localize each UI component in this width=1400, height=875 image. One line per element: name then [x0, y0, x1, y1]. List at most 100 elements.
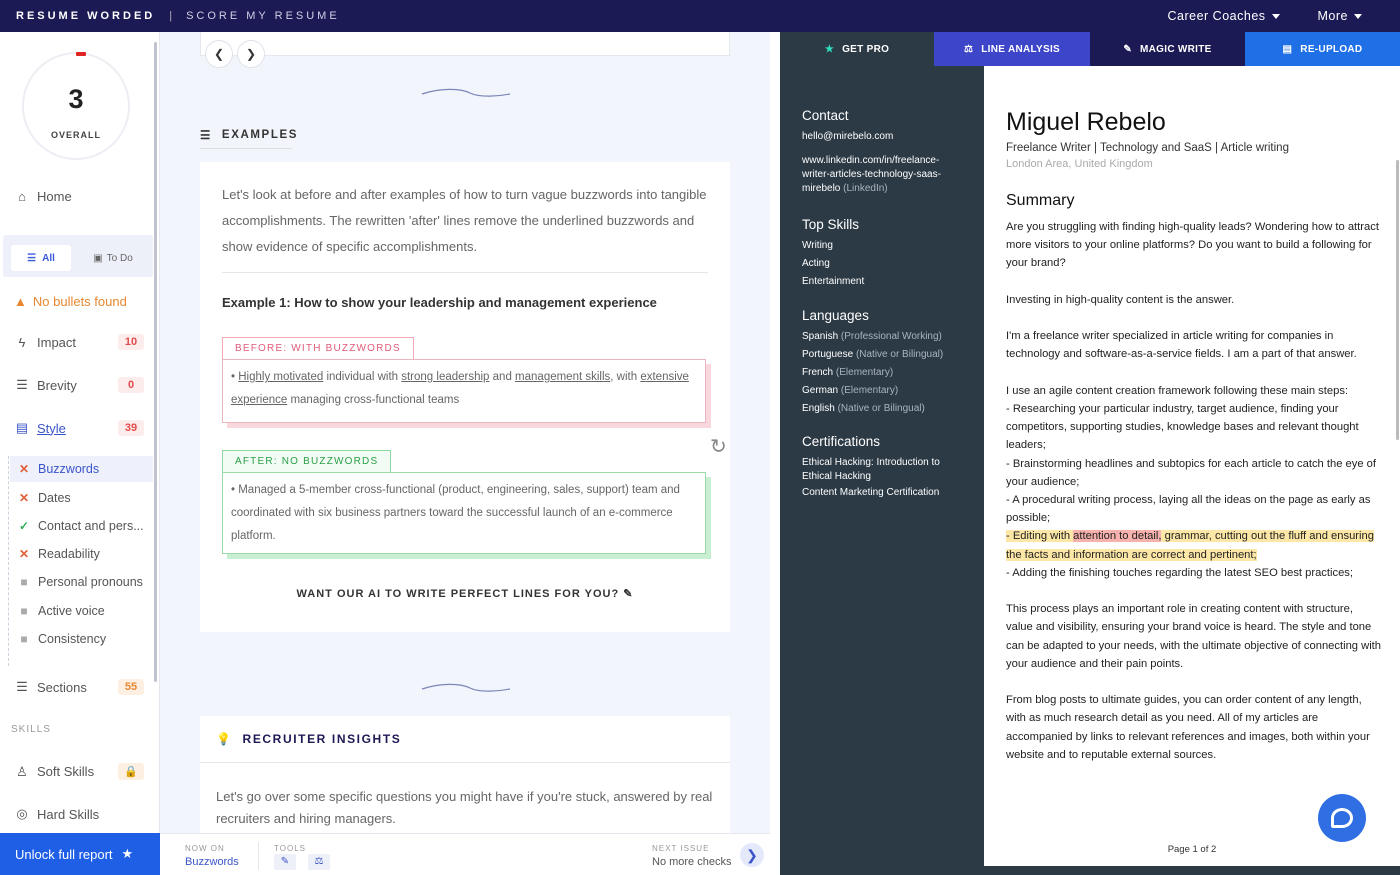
language-name: German: [802, 385, 839, 396]
sidebar-subitem-consistency[interactable]: ■ Consistency: [18, 632, 106, 646]
step-text: - Editing with: [1006, 530, 1074, 543]
star-icon: ★: [824, 43, 835, 55]
sidebar-subitem-readability[interactable]: ✕ Readability: [18, 547, 100, 561]
next-issue-value: No more checks: [652, 856, 732, 868]
hard-skills-label: Hard Skills: [37, 806, 100, 822]
language-item: Spanish (Professional Working): [802, 330, 970, 344]
tab-to-do[interactable]: ▣ To Do: [81, 245, 145, 271]
recruiter-insights-card: 💡 RECRUITER INSIGHTS Let's go over some …: [200, 716, 730, 833]
next-arrow-icon[interactable]: ❯: [237, 40, 265, 68]
summary-steps: I use an agile content creation framewor…: [1006, 382, 1382, 582]
subitem-label: Readability: [38, 547, 100, 561]
resume-scrollbar[interactable]: [1396, 160, 1399, 440]
get-pro-label: GET PRO: [842, 43, 890, 55]
sidebar-subitem-active-voice[interactable]: ■ Active voice: [18, 604, 104, 618]
sidebar-item-hard-skills[interactable]: ◎ Hard Skills: [14, 806, 144, 822]
buzzword: Highly motivated: [238, 371, 324, 383]
main-content: ❮ ❯ ☰ EXAMPLES Let's look at before and …: [160, 32, 928, 875]
target-icon: ◎: [16, 806, 28, 821]
buzzword: management skills: [515, 371, 611, 383]
prev-arrow-icon[interactable]: ❮: [205, 40, 233, 68]
resume-name: Miguel Rebelo: [1006, 108, 1166, 136]
tools-label: TOOLS: [274, 844, 306, 853]
summary-paragraph: Investing in high-quality content is the…: [1006, 293, 1235, 306]
sidebar-subitem-contact[interactable]: ✓ Contact and pers...: [18, 519, 144, 533]
home-icon: ⌂: [18, 189, 26, 204]
page-number: Page 1 of 2: [1167, 844, 1217, 855]
unlock-full-report-button[interactable]: Unlock full report ★: [0, 833, 161, 875]
before-tag: BEFORE: WITH BUZZWORDS: [222, 337, 414, 359]
nav-career-coaches-label: Career Coaches: [1167, 9, 1266, 23]
sidebar-subitem-buzzwords[interactable]: ✕ Buzzwords: [10, 456, 153, 482]
next-issue-button[interactable]: ❯: [740, 843, 764, 867]
next-issue-label: NEXT ISSUE: [652, 844, 710, 853]
resume-preview: ★ GET PRO ⚖ LINE ANALYSIS ✎ MAGIC WRITE …: [780, 32, 1400, 875]
sidebar-item-style[interactable]: ▤ Style 39: [14, 420, 144, 436]
summary-paragraph: I'm a freelance writer specialized in ar…: [1006, 330, 1357, 361]
examples-heading-label: EXAMPLES: [221, 129, 298, 141]
subitem-label: Contact and pers...: [38, 519, 144, 533]
language-name: Portuguese: [802, 349, 854, 360]
no-bullets-warning[interactable]: ▲ No bullets found: [14, 294, 127, 309]
analysis-icon[interactable]: ⚖: [308, 854, 330, 870]
check-icon: ✓: [18, 519, 30, 533]
style-count-badge: 39: [118, 420, 144, 436]
resume-page: Miguel Rebelo Freelance Writer | Technol…: [984, 66, 1400, 866]
tab-all[interactable]: ☰ All: [11, 245, 71, 271]
sidebar-item-impact[interactable]: ϟ Impact 10: [14, 334, 144, 350]
soft-skills-label: Soft Skills: [37, 764, 95, 779]
home-label: Home: [37, 189, 72, 204]
brevity-count-badge: 0: [118, 377, 144, 393]
sidebar-item-sections[interactable]: ☰ Sections 55: [14, 679, 144, 695]
language-item: German (Elementary): [802, 384, 970, 398]
re-upload-button[interactable]: ▤ RE-UPLOAD: [1245, 32, 1400, 66]
magic-write-button[interactable]: ✎ MAGIC WRITE: [1090, 32, 1245, 66]
lightning-icon: ϟ: [18, 334, 26, 350]
summary-paragraph: From blog posts to ultimate guides, you …: [1006, 694, 1370, 761]
step-item: - Researching your particular industry, …: [1006, 402, 1359, 452]
cross-icon: ✕: [18, 491, 30, 505]
brand-logo[interactable]: RESUME WORDED: [16, 10, 155, 22]
document-icon: ▤: [15, 420, 29, 435]
style-label: Style: [37, 420, 66, 436]
buzzword: strong leadership: [401, 371, 490, 383]
nav-more[interactable]: More: [1318, 9, 1362, 23]
sidebar-item-brevity[interactable]: ☰ Brevity 0: [14, 377, 144, 393]
contact-linkedin: www.linkedin.com/in/freelance-writer-art…: [802, 154, 967, 196]
recruiter-insights-heading: 💡 RECRUITER INSIGHTS: [216, 732, 401, 746]
clipboard-icon: ▣: [93, 252, 103, 264]
refresh-icon[interactable]: ↻: [710, 434, 727, 459]
sidebar-item-soft-skills[interactable]: ♙ Soft Skills 🔒: [14, 763, 144, 780]
sidebar-item-home[interactable]: ⌂ Home: [14, 189, 144, 204]
sidebar-scrollbar[interactable]: [154, 42, 157, 682]
sidebar-subitem-dates[interactable]: ✕ Dates: [18, 491, 71, 505]
ai-write-cta[interactable]: WANT OUR AI TO WRITE PERFECT LINES FOR Y…: [200, 587, 730, 600]
chat-button[interactable]: [1318, 794, 1366, 842]
text: and: [489, 371, 516, 383]
skill-item: Acting: [802, 258, 830, 269]
sidebar-subitem-personal-pronouns[interactable]: ■ Personal pronouns: [18, 575, 143, 589]
divider: [222, 272, 708, 273]
sections-count-badge: 55: [118, 679, 144, 695]
summary-paragraph: This process plays an important role in …: [1006, 603, 1382, 670]
highlighted-step[interactable]: - Editing with attention to detail, gram…: [1006, 530, 1374, 561]
divider: [200, 762, 730, 763]
cert-item: Ethical Hacking: Introduction to Ethical…: [802, 457, 940, 482]
buzzword-highlight[interactable]: attention to detail,: [1073, 530, 1162, 543]
person-icon: ♙: [16, 763, 28, 779]
nav-career-coaches[interactable]: Career Coaches: [1168, 9, 1280, 23]
text: managing cross-functional teams: [287, 394, 460, 406]
filter-tabs: ☰ All ▣ To Do: [3, 235, 153, 277]
get-pro-button[interactable]: ★ GET PRO: [780, 32, 934, 66]
magic-write-label: MAGIC WRITE: [1140, 43, 1212, 55]
magic-wand-icon[interactable]: ✎: [274, 854, 296, 870]
example-title: Example 1: How to show your leadership a…: [222, 295, 657, 310]
re-upload-label: RE-UPLOAD: [1300, 43, 1363, 55]
score-my-resume-link[interactable]: SCORE MY RESUME: [186, 10, 340, 22]
now-on-value[interactable]: Buzzwords: [185, 856, 239, 868]
lock-icon: ■: [20, 604, 28, 618]
overall-label: OVERALL: [50, 130, 101, 140]
line-analysis-button[interactable]: ⚖ LINE ANALYSIS: [934, 32, 1090, 66]
subitem-label: Consistency: [38, 632, 107, 646]
chat-bubble-icon: [1331, 808, 1353, 828]
